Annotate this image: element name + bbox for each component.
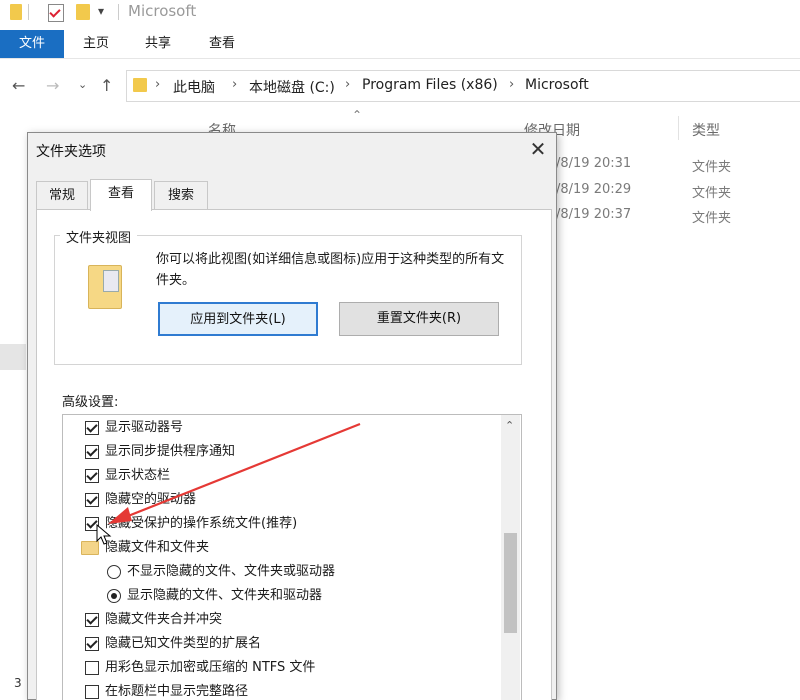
file-date: /8/19 20:37 (556, 207, 632, 222)
properties-icon[interactable] (48, 4, 64, 22)
back-arrow-icon[interactable]: ← (12, 76, 25, 95)
file-type: 文件夹 (692, 211, 732, 226)
breadcrumb-separator-icon[interactable]: › (345, 77, 350, 92)
folder-view-description: 你可以将此视图(如详细信息或图标)应用于这种类型的所有文件夹。 (156, 252, 505, 288)
setting-label: 不显示隐藏的文件、文件夹或驱动器 (127, 564, 336, 579)
folder-options-dialog: 文件夹选项 ✕ 常规 查看 搜索 文件夹视图 你可以将此视图(如详细信息或图标)… (27, 132, 557, 700)
nav-pane-selected-item[interactable] (0, 344, 26, 370)
setting-label: 在标题栏中显示完整路径 (105, 684, 249, 699)
checkbox[interactable] (85, 493, 99, 507)
quick-access-dropdown-icon[interactable]: ▾ (98, 4, 104, 18)
setting-label: 显示隐藏的文件、文件夹和驱动器 (127, 588, 323, 603)
ribbon-tab-share[interactable]: 共享 (140, 30, 176, 58)
file-date: /8/19 20:29 (556, 182, 632, 197)
forward-arrow-icon[interactable]: → (46, 76, 59, 95)
breadcrumb-program-files-x86[interactable]: Program Files (x86) (362, 77, 498, 93)
tab-view[interactable]: 查看 (90, 179, 152, 211)
ribbon-tab-file[interactable]: 文件 (0, 30, 64, 58)
divider (118, 4, 119, 20)
column-header-type[interactable]: 类型 (692, 120, 720, 140)
breadcrumb-separator-icon[interactable]: › (509, 77, 514, 92)
setting-label: 显示驱动器号 (105, 420, 184, 435)
setting-hide-protected-os-files[interactable]: 隐藏受保护的操作系统文件(推荐) (85, 513, 297, 535)
checkbox[interactable] (85, 661, 99, 675)
radio-button[interactable] (107, 589, 121, 603)
status-item-count: 3 (14, 676, 22, 690)
tab-search[interactable]: 搜索 (154, 181, 208, 210)
folder-icon (10, 4, 22, 20)
window-title: Microsoft (128, 2, 197, 20)
setting-dont-show-hidden[interactable]: 不显示隐藏的文件、文件夹或驱动器 (107, 561, 335, 583)
file-type: 文件夹 (692, 160, 732, 175)
close-icon[interactable]: ✕ (526, 135, 550, 163)
setting-hide-extensions[interactable]: 隐藏已知文件类型的扩展名 (85, 633, 261, 655)
up-arrow-icon[interactable]: ↑ (100, 76, 113, 95)
checkbox[interactable] (85, 637, 99, 651)
tab-general[interactable]: 常规 (36, 181, 88, 210)
dialog-title: 文件夹选项 (36, 144, 106, 160)
breadcrumb-this-pc[interactable]: 此电脑 (173, 77, 215, 97)
ribbon: 文件 主页 共享 查看 (0, 30, 800, 59)
recent-locations-chevron-icon[interactable]: ⌄ (78, 78, 87, 91)
radio-button[interactable] (107, 565, 121, 579)
breadcrumb-local-disk[interactable]: 本地磁盘 (C:) (249, 77, 335, 97)
setting-label: 隐藏空的驱动器 (105, 492, 197, 507)
setting-color-ntfs[interactable]: 用彩色显示加密或压缩的 NTFS 文件 (85, 657, 315, 679)
setting-hide-merge-conflicts[interactable]: 隐藏文件夹合并冲突 (85, 609, 222, 631)
setting-label: 隐藏已知文件类型的扩展名 (105, 636, 262, 651)
checkbox[interactable] (85, 613, 99, 627)
ribbon-tab-view[interactable]: 查看 (204, 30, 240, 58)
scroll-up-icon[interactable]: ⌃ (505, 419, 514, 432)
reset-folders-button[interactable]: 重置文件夹(R) (339, 302, 499, 336)
breadcrumb-separator-icon[interactable]: › (155, 77, 160, 92)
checkbox[interactable] (85, 469, 99, 483)
column-divider[interactable] (678, 116, 679, 140)
setting-label: 显示状态栏 (105, 468, 171, 483)
setting-label: 隐藏受保护的操作系统文件(推荐) (105, 516, 298, 531)
setting-show-status-bar[interactable]: 显示状态栏 (85, 465, 170, 487)
new-folder-icon[interactable] (76, 4, 90, 20)
folder-view-group-title: 文件夹视图 (60, 227, 138, 246)
folder-icon (133, 78, 147, 92)
file-date: /8/19 20:31 (556, 156, 632, 171)
setting-hide-empty-drives[interactable]: 隐藏空的驱动器 (85, 489, 196, 511)
checkbox[interactable] (85, 421, 99, 435)
window-titlebar: ▾ Microsoft (0, 0, 800, 26)
advanced-settings-label: 高级设置: (62, 395, 119, 410)
file-type: 文件夹 (692, 186, 732, 201)
folder-view-icon (88, 265, 122, 309)
setting-label: 隐藏文件和文件夹 (105, 540, 210, 555)
setting-label: 隐藏文件夹合并冲突 (105, 612, 223, 627)
checkbox[interactable] (85, 685, 99, 699)
setting-full-path-title[interactable]: 在标题栏中显示完整路径 (85, 681, 248, 700)
address-bar[interactable]: › 此电脑 › 本地磁盘 (C:) › Program Files (x86) … (126, 70, 800, 102)
divider (28, 4, 29, 20)
setting-show-drive-letters[interactable]: 显示驱动器号 (85, 417, 183, 439)
scrollbar-thumb[interactable] (504, 533, 517, 633)
setting-show-hidden[interactable]: 显示隐藏的文件、文件夹和驱动器 (107, 585, 322, 607)
mouse-cursor-icon (96, 524, 112, 545)
sort-up-icon: ⌃ (352, 108, 363, 122)
breadcrumb-microsoft[interactable]: Microsoft (525, 77, 589, 93)
setting-label: 显示同步提供程序通知 (105, 444, 236, 459)
breadcrumb-separator-icon[interactable]: › (232, 77, 237, 92)
setting-show-sync-notifications[interactable]: 显示同步提供程序通知 (85, 441, 235, 463)
advanced-settings-list[interactable]: 显示驱动器号 显示同步提供程序通知 显示状态栏 隐藏空的驱动器 隐藏受保护的操作… (62, 414, 522, 700)
apply-to-folders-button[interactable]: 应用到文件夹(L) (158, 302, 318, 336)
setting-label: 用彩色显示加密或压缩的 NTFS 文件 (105, 660, 316, 675)
checkbox[interactable] (85, 445, 99, 459)
ribbon-tab-home[interactable]: 主页 (78, 30, 114, 58)
